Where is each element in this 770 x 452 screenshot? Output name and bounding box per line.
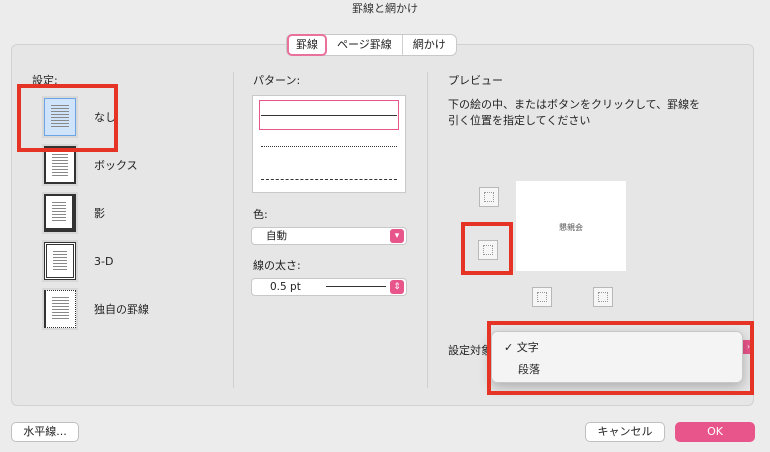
border-shadow-icon <box>44 194 76 232</box>
setting-custom-label: 独自の罫線 <box>94 303 149 316</box>
width-label: 線の太さ: <box>253 259 301 272</box>
cancel-button[interactable]: キャンセル <box>585 422 665 442</box>
setting-box-label: ボックス <box>94 159 138 172</box>
apply-to-label: 設定対象 <box>448 344 492 357</box>
preview-instructions-2: 引く位置を指定してください <box>448 114 591 127</box>
pattern-list[interactable] <box>252 95 406 193</box>
pattern-dashed[interactable] <box>261 179 397 180</box>
pattern-solid[interactable] <box>261 115 397 116</box>
highlight-frame-none <box>17 84 118 152</box>
setting-shadow[interactable]: 影 <box>44 192 244 234</box>
tab-borders[interactable]: 罫線 <box>287 34 327 56</box>
tab-bar: 罫線 ページ罫線 網かけ <box>286 34 457 56</box>
setting-3d[interactable]: 3-D <box>44 240 244 282</box>
pattern-label: パターン: <box>253 74 301 87</box>
pattern-dotted[interactable] <box>261 146 397 147</box>
setting-custom[interactable]: 独自の罫線 <box>44 288 244 330</box>
preview-sample-text: 懇親会 <box>559 223 583 232</box>
tab-shading[interactable]: 網かけ <box>401 35 456 55</box>
width-line-sample <box>326 286 386 287</box>
border-right-button[interactable] <box>593 287 613 307</box>
color-select[interactable]: 自動 ▾ <box>251 227 407 245</box>
border-custom-icon <box>44 290 76 328</box>
tab-page-borders[interactable]: ページ罫線 <box>327 35 402 55</box>
stepper-icon: ⇕ <box>390 280 404 294</box>
width-value: 0.5 pt <box>270 281 301 293</box>
setting-3d-label: 3-D <box>94 254 114 268</box>
highlight-frame-dropdown <box>487 321 754 395</box>
horizontal-line-button[interactable]: 水平線... <box>11 422 79 442</box>
color-label: 色: <box>253 208 268 221</box>
preview-page[interactable]: 懇親会 <box>516 181 626 271</box>
ok-button[interactable]: OK <box>675 422 755 442</box>
highlight-frame-inside <box>461 222 513 275</box>
divider-2 <box>427 72 428 388</box>
preview-instructions-1: 下の絵の中、またはボタンをクリックして、罫線を <box>448 98 701 111</box>
window-title: 罫線と網かけ <box>352 2 418 15</box>
border-top-button[interactable] <box>479 187 499 207</box>
border-left-button[interactable] <box>532 287 552 307</box>
preview-label: プレビュー <box>448 74 503 87</box>
setting-shadow-label: 影 <box>94 207 105 220</box>
width-select[interactable]: 0.5 pt ⇕ <box>251 278 407 296</box>
color-value: 自動 <box>266 230 287 242</box>
border-3d-icon <box>44 242 76 280</box>
chevron-down-icon: ▾ <box>390 229 404 243</box>
divider-1 <box>233 72 234 388</box>
